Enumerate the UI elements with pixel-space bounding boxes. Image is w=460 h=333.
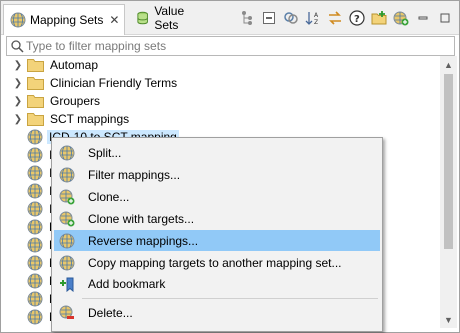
tree-folder-groupers[interactable]: ❯ Groupers (1, 92, 438, 110)
menu-item-label: Filter mappings... (88, 167, 181, 182)
tab-mapping-sets[interactable]: Mapping Sets ✕ (3, 4, 125, 35)
filter-input[interactable] (26, 39, 426, 53)
vertical-scrollbar[interactable]: ▲ ▼ (440, 56, 457, 328)
close-icon[interactable]: ✕ (109, 13, 119, 27)
context-menu: Split... Filter mappings... Clone... Clo… (51, 137, 383, 332)
swap-icon[interactable] (326, 10, 343, 27)
minimize-icon[interactable] (414, 10, 431, 27)
folder-icon (27, 113, 44, 126)
tree-folder-clinician-friendly-terms[interactable]: ❯ Clinician Friendly Terms (1, 74, 438, 92)
expand-chevron-icon[interactable]: ❯ (13, 114, 23, 125)
menu-item-reverse-mappings[interactable]: Reverse mappings... (54, 230, 380, 251)
globe-icon (27, 309, 43, 325)
expand-chevron-icon[interactable]: ❯ (13, 78, 23, 89)
svg-text:Z: Z (314, 19, 318, 26)
globe-icon (27, 165, 43, 181)
globe-icon (59, 233, 75, 248)
globe-icon (10, 12, 26, 28)
tab-mapping-sets-label: Mapping Sets (30, 13, 104, 27)
menu-item-clone[interactable]: Clone... (54, 186, 380, 207)
mapping-sets-view: Mapping Sets ✕ Value Sets AZ ? Type to f… (0, 0, 460, 333)
value-sets-icon (137, 11, 148, 25)
folder-icon (27, 59, 44, 72)
new-mapping-set-icon[interactable] (392, 10, 409, 27)
menu-separator (82, 298, 378, 299)
new-folder-icon[interactable] (370, 10, 387, 27)
tree-item-label: Clinician Friendly Terms (50, 76, 178, 90)
globe-icon (27, 219, 43, 235)
menu-item-add-bookmark[interactable]: Add bookmark (54, 273, 380, 294)
view-toolbar: AZ ? (238, 7, 453, 29)
maximize-icon[interactable] (436, 10, 453, 27)
globe-icon (59, 145, 75, 160)
add-bookmark-icon (60, 277, 74, 292)
menu-item-label: Delete... (88, 305, 133, 320)
tree-folder-sct-mappings[interactable]: ❯ SCT mappings (1, 110, 438, 128)
sort-icon[interactable]: AZ (304, 10, 321, 27)
menu-item-copy-mapping-targets[interactable]: Copy mapping targets to another mapping … (54, 252, 380, 273)
folder-icon (27, 95, 44, 108)
tab-value-sets[interactable]: Value Sets (129, 4, 209, 32)
globe-icon (27, 147, 43, 163)
tree-item-label: SCT mappings (50, 112, 130, 126)
globe-icon (59, 167, 75, 182)
menu-item-label: Clone... (88, 189, 130, 204)
filter-box (6, 36, 455, 56)
globe-icon (27, 183, 43, 199)
globe-icon (27, 129, 43, 145)
svg-text:A: A (314, 12, 319, 19)
tree-item-label: Automap (50, 58, 99, 72)
globe-add-icon (59, 189, 75, 204)
scrollbar-thumb[interactable] (444, 74, 453, 249)
globe-icon (27, 273, 43, 289)
globe-icon (27, 255, 43, 271)
menu-item-delete[interactable]: Delete... (54, 302, 380, 323)
menu-item-filter-mappings[interactable]: Filter mappings... (54, 164, 380, 185)
globe-delete-icon (59, 305, 74, 319)
globe-icon (27, 291, 43, 307)
expand-chevron-icon[interactable]: ❯ (13, 96, 23, 107)
collapse-all-icon[interactable] (260, 10, 277, 27)
help-icon[interactable]: ? (348, 10, 365, 27)
scroll-down-icon[interactable]: ▼ (440, 311, 457, 328)
tab-value-sets-label: Value Sets (154, 4, 185, 32)
menu-item-label: Clone with targets... (88, 211, 195, 226)
hierarchy-icon[interactable] (238, 10, 255, 27)
folder-icon (27, 77, 44, 90)
link-with-editor-icon[interactable] (282, 10, 299, 27)
tree-folder-automap[interactable]: ❯ Automap (1, 56, 438, 74)
expand-chevron-icon[interactable]: ❯ (13, 60, 23, 71)
globe-icon (59, 255, 75, 270)
globe-icon (27, 201, 43, 217)
menu-item-split[interactable]: Split... (54, 142, 380, 163)
menu-item-label: Reverse mappings... (88, 233, 199, 248)
svg-text:?: ? (354, 14, 360, 25)
menu-item-label: Add bookmark (88, 276, 166, 291)
menu-item-label: Copy mapping targets to another mapping … (88, 255, 342, 270)
tree-item-label: Groupers (50, 94, 101, 108)
globe-add-icon (59, 211, 75, 226)
menu-item-label: Split... (88, 145, 122, 160)
search-icon (11, 40, 24, 53)
globe-icon (27, 237, 43, 253)
menu-item-clone-with-targets[interactable]: Clone with targets... (54, 208, 380, 229)
scroll-up-icon[interactable]: ▲ (440, 56, 457, 73)
view-tab-bar: Mapping Sets ✕ Value Sets AZ ? (1, 1, 459, 35)
